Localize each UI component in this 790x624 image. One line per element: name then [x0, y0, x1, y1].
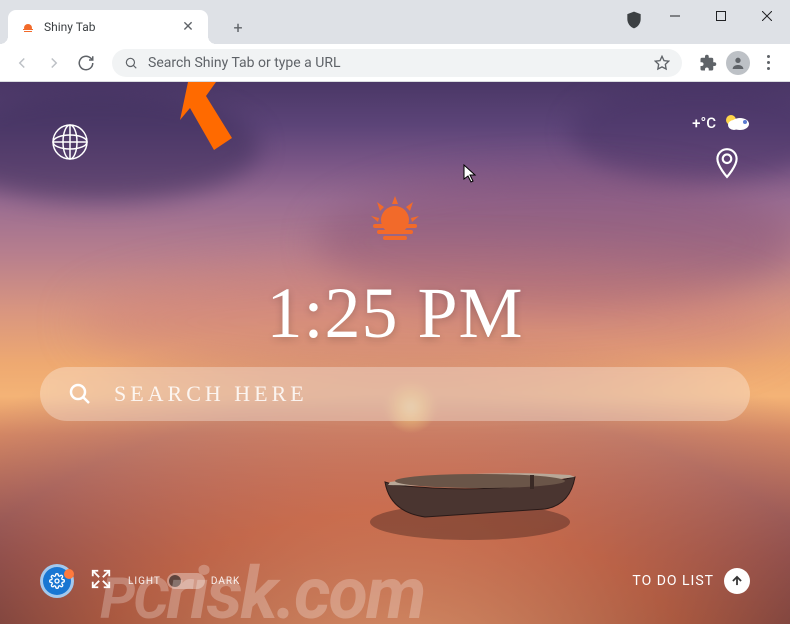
browser-toolbar: [0, 44, 790, 82]
new-tab-button[interactable]: +: [224, 13, 252, 41]
search-icon: [124, 56, 138, 70]
theme-switch[interactable]: [167, 573, 205, 589]
bookmark-star-icon[interactable]: [654, 55, 670, 71]
sunset-logo-icon: [363, 190, 427, 246]
todo-label: TO DO LIST: [632, 573, 714, 589]
theme-light-label: LIGHT: [128, 576, 161, 587]
browser-menu-button[interactable]: [754, 55, 782, 70]
privacy-shield-icon[interactable]: [624, 10, 644, 30]
forward-button[interactable]: [40, 49, 68, 77]
weather-widget[interactable]: +°C: [692, 112, 750, 134]
address-bar[interactable]: [112, 49, 682, 77]
fullscreen-button[interactable]: [90, 568, 112, 594]
boat-illustration: [370, 427, 590, 547]
settings-button[interactable]: [40, 564, 74, 598]
globe-icon[interactable]: [50, 122, 90, 162]
todo-list-button[interactable]: TO DO LIST: [632, 568, 750, 594]
profile-avatar[interactable]: [726, 51, 750, 75]
weather-icon: [722, 112, 750, 134]
arrow-up-icon: [724, 568, 750, 594]
theme-dark-label: DARK: [211, 576, 240, 587]
minimize-button[interactable]: [652, 0, 698, 32]
clock-display: 1:25 PM: [266, 272, 523, 355]
theme-toggle: LIGHT DARK: [128, 573, 240, 589]
page-search-bar[interactable]: [40, 367, 750, 421]
tab-title: Shiny Tab: [44, 20, 172, 34]
close-tab-button[interactable]: ✕: [180, 19, 196, 35]
location-pin-icon[interactable]: [714, 147, 740, 183]
reload-button[interactable]: [72, 49, 100, 77]
annotation-arrow-icon: [178, 82, 238, 156]
sunset-favicon: [20, 19, 36, 35]
browser-tab[interactable]: Shiny Tab ✕: [8, 10, 208, 44]
page-search-input[interactable]: [114, 381, 722, 407]
gear-icon: [49, 573, 65, 589]
close-window-button[interactable]: [744, 0, 790, 32]
extensions-button[interactable]: [694, 49, 722, 77]
newtab-content: +°C: [0, 82, 790, 624]
window-titlebar: Shiny Tab ✕ +: [0, 0, 790, 44]
bottom-bar: LIGHT DARK TO DO LIST: [40, 564, 750, 598]
window-controls: [652, 0, 790, 32]
search-icon: [68, 382, 92, 406]
maximize-button[interactable]: [698, 0, 744, 32]
temperature-label: +°C: [692, 114, 716, 132]
omnibox-input[interactable]: [148, 55, 644, 71]
back-button[interactable]: [8, 49, 36, 77]
expand-icon: [90, 568, 112, 590]
